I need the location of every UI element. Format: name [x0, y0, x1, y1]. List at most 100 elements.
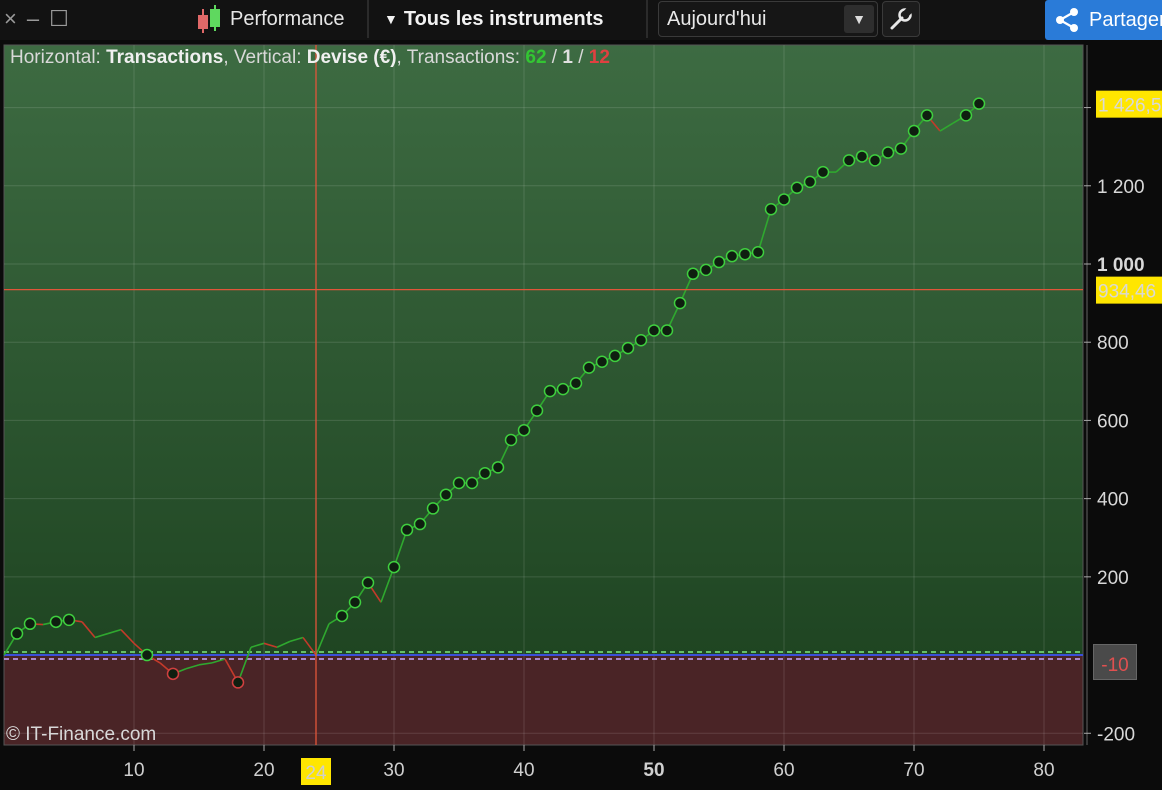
trade-point: [62, 613, 76, 627]
trade-point: [725, 249, 739, 263]
performance-label: Performance: [230, 7, 345, 30]
caret-down-icon: ▼: [384, 11, 398, 27]
trade-point: [582, 361, 596, 374]
trade-point: [920, 109, 934, 122]
trade-point: [556, 382, 570, 396]
x-tick-label: 50: [643, 760, 664, 781]
copyright: © IT-Finance.com: [6, 724, 157, 745]
last-value-label: 1 426,5: [1098, 96, 1161, 117]
toolbar-divider: [367, 0, 369, 38]
instruments-dropdown[interactable]: ▼ Tous les instruments: [384, 0, 604, 38]
trade-point: [517, 423, 531, 437]
trade-point: [634, 334, 648, 347]
x-tick-label: 80: [1033, 760, 1054, 781]
chart-info-line: Horizontal: Transactions, Vertical: Devi…: [10, 47, 610, 69]
period-select[interactable]: Aujourd'hui ▼: [658, 1, 878, 37]
trade-point: [504, 433, 518, 447]
trade-point: [699, 263, 713, 277]
trade-point: [777, 193, 791, 206]
close-icon[interactable]: ×: [4, 6, 17, 32]
y-axis: -2002004006008001 0001 2001 400: [1084, 45, 1145, 745]
y-tick-label: 200: [1097, 568, 1129, 589]
trade-point: [166, 667, 180, 681]
winners-count: 62: [525, 47, 547, 68]
y-tick-label: 800: [1097, 333, 1129, 354]
vertical-label: , Vertical:: [223, 47, 307, 68]
x-tick-label: 10: [123, 760, 144, 781]
trade-point: [530, 404, 544, 417]
wrench-icon: [890, 6, 914, 30]
trade-point: [972, 97, 986, 110]
crosshair-x-label: 24: [305, 763, 327, 784]
x-tick-label: 20: [253, 760, 274, 781]
trade-point: [400, 523, 414, 537]
trade-point: [543, 384, 557, 398]
performance-button[interactable]: Performance: [194, 0, 345, 38]
positive-area: [4, 45, 1083, 656]
equity-chart[interactable]: -2002004006008001 0001 2001 400 10203040…: [0, 40, 1162, 790]
trade-point: [764, 202, 778, 216]
trade-point: [10, 627, 24, 640]
toolbar: × – ☐ Performance ▼ Tous les instruments…: [0, 0, 1162, 40]
trade-point: [452, 476, 466, 490]
x-axis: 10 20 30 40 50 60 70 80: [123, 745, 1055, 781]
trade-point: [478, 466, 492, 480]
share-label: Partager: [1089, 8, 1162, 31]
maximize-icon[interactable]: ☐: [49, 6, 69, 32]
transactions-label: , Transactions:: [396, 47, 526, 68]
count-separator: /: [572, 47, 589, 68]
trade-point: [686, 267, 700, 281]
trade-point: [738, 247, 752, 261]
trade-point: [842, 154, 856, 167]
toolbar-divider: [646, 0, 648, 38]
trade-point: [335, 609, 349, 623]
trade-point: [712, 255, 726, 269]
y-tick-label: 1 000: [1097, 255, 1145, 276]
y-tick-label: 600: [1097, 411, 1129, 432]
trade-point: [465, 476, 479, 490]
trade-point: [49, 615, 63, 629]
trade-point: [959, 109, 973, 122]
trade-point: [907, 124, 921, 138]
trade-point: [23, 617, 37, 631]
share-button[interactable]: Partager: [1045, 0, 1162, 40]
horizontal-value: Transactions: [106, 47, 224, 68]
trade-point: [647, 324, 661, 337]
trade-point: [491, 461, 505, 474]
trade-point: [348, 596, 362, 609]
trade-point: [751, 246, 765, 259]
trade-point: [621, 341, 635, 355]
y-tick-label: 1 200: [1097, 177, 1145, 198]
trade-point: [881, 146, 895, 159]
chevron-down-icon[interactable]: ▼: [844, 5, 874, 33]
losers-count: 12: [588, 47, 610, 68]
horizontal-label: Horizontal:: [10, 47, 107, 68]
trade-point: [816, 165, 830, 179]
x-tick-label: 70: [903, 760, 924, 781]
settings-button[interactable]: [882, 1, 920, 37]
share-icon: [1056, 8, 1078, 32]
x-tick-label: 40: [513, 760, 534, 781]
trade-point: [231, 676, 245, 689]
vertical-value: Devise (€): [306, 47, 397, 68]
minimize-icon[interactable]: –: [27, 6, 39, 32]
trade-point: [803, 175, 817, 189]
plot-background: [3, 44, 1084, 746]
trade-point: [439, 488, 453, 501]
y-tick-label: 400: [1097, 490, 1129, 511]
instruments-label: Tous les instruments: [403, 7, 604, 30]
trade-point: [855, 150, 869, 163]
count-separator: /: [546, 47, 563, 68]
min-marker: -10: [1093, 644, 1137, 680]
candlestick-icon: [198, 5, 220, 33]
trade-point: [569, 377, 583, 390]
x-tick-label: 60: [773, 760, 794, 781]
y-tick-label: -200: [1097, 724, 1135, 745]
trade-point: [790, 181, 804, 194]
neutral-count: 1: [562, 47, 573, 68]
trade-point: [595, 355, 609, 369]
period-value: Aujourd'hui: [667, 7, 767, 30]
trade-point: [387, 560, 401, 574]
trade-point: [426, 502, 440, 515]
trade-point: [361, 576, 375, 589]
